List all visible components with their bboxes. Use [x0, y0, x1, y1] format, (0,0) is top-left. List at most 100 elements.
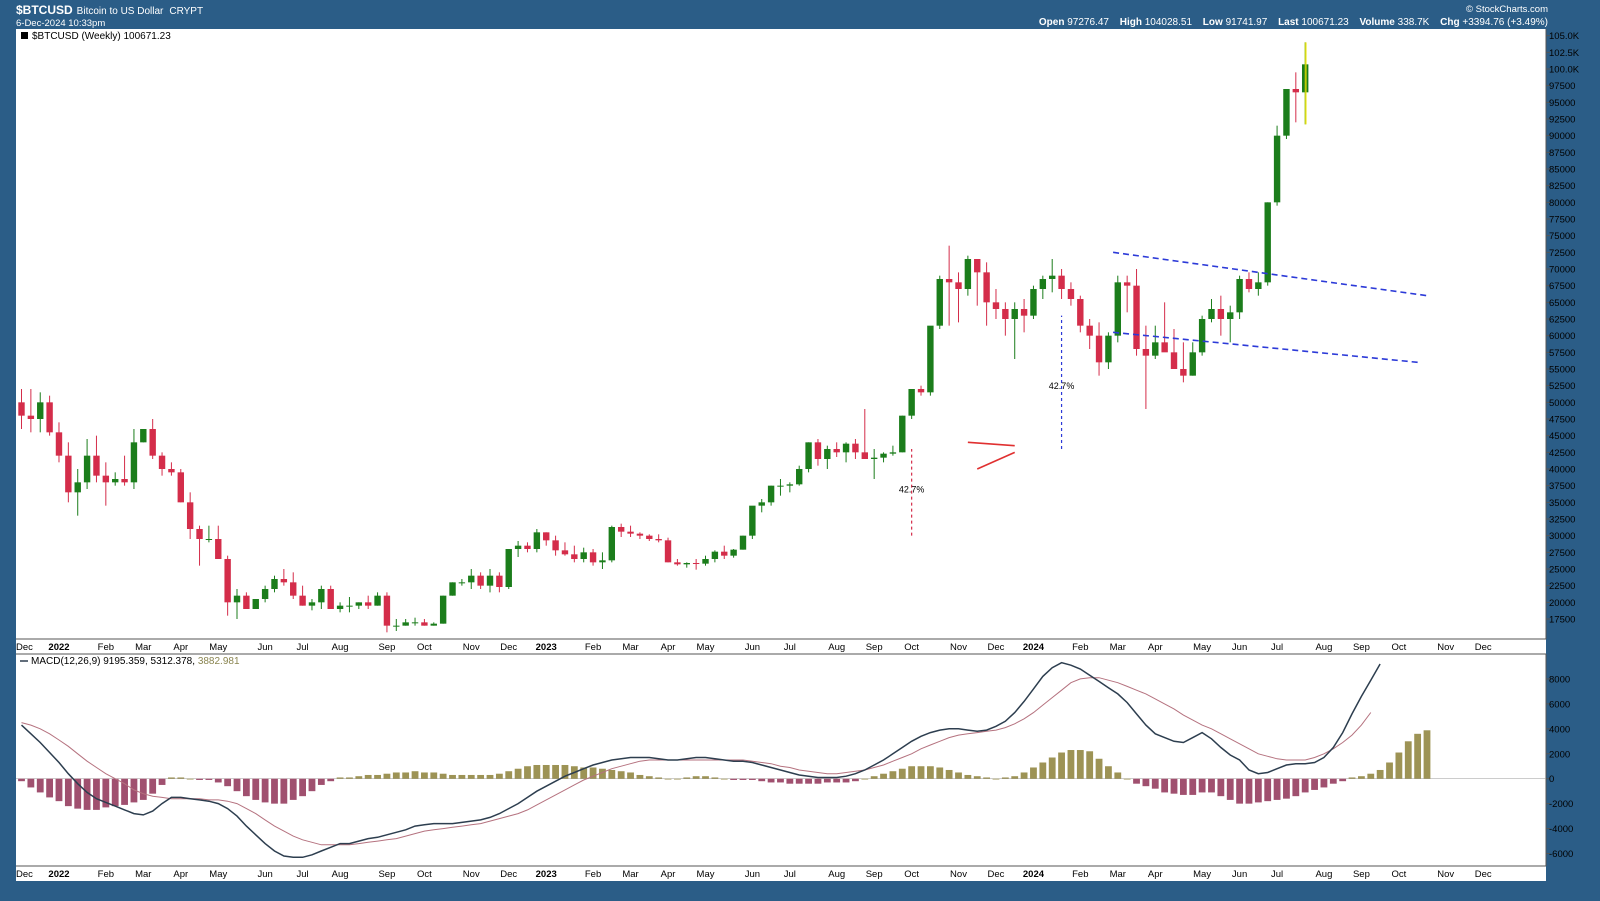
- candle-body: [711, 551, 719, 559]
- macd-hist-bar: [364, 774, 372, 779]
- price-ytick-label: 85000: [1549, 165, 1575, 176]
- macd-hist-bar: [1376, 769, 1384, 779]
- price-xtick-label: Mar: [135, 642, 151, 653]
- candle-body: [1245, 279, 1253, 289]
- candle-body: [112, 479, 119, 483]
- macd-hist-bar: [355, 776, 363, 779]
- candle-body: [65, 455, 72, 493]
- macd-hist-bar: [786, 778, 794, 784]
- macd-hist-bar: [880, 773, 887, 779]
- macd-xtick-label: May: [697, 869, 715, 880]
- candle-body: [1227, 312, 1234, 319]
- macd-xtick-label: Feb: [585, 869, 601, 880]
- macd-hist-bar: [1076, 750, 1084, 779]
- macd-ytick-label: 4000: [1549, 724, 1570, 735]
- macd-hist-bar: [908, 766, 916, 779]
- macd-hist-bar: [514, 768, 522, 779]
- candle-body: [721, 551, 728, 556]
- candle-body: [421, 622, 428, 626]
- macd-hist-bar: [1020, 772, 1028, 779]
- candle-body: [552, 540, 559, 551]
- macd-hist-bar: [299, 778, 306, 797]
- macd-hist-bar: [308, 778, 316, 792]
- macd-hist-bar: [889, 771, 897, 779]
- macd-hist-bar: [524, 766, 531, 779]
- candle-body: [814, 442, 822, 459]
- candle-body: [992, 302, 1000, 309]
- price-ytick-label: 35000: [1549, 498, 1575, 509]
- macd-hist-bar: [683, 777, 691, 779]
- candle-body: [1002, 309, 1009, 319]
- price-panel[interactable]: [16, 29, 1546, 639]
- candle-body: [1058, 275, 1065, 289]
- macd-hist-bar: [945, 769, 953, 779]
- macd-hist-bar: [55, 778, 63, 802]
- candle-body: [439, 595, 447, 624]
- macd-hist-bar: [1151, 778, 1159, 789]
- price-ytick-label: 60000: [1549, 331, 1575, 342]
- macd-hist-bar: [261, 778, 269, 803]
- macd-hist-bar: [1348, 777, 1356, 779]
- macd-hist-bar: [1226, 778, 1234, 800]
- macd-ytick-label: 2000: [1549, 749, 1570, 760]
- macd-hist-bar: [327, 778, 335, 782]
- macd-hist-bar: [1198, 778, 1206, 793]
- candle-body: [777, 485, 784, 487]
- macd-ytick-label: 8000: [1549, 674, 1570, 685]
- candle-body: [1208, 309, 1215, 319]
- macd-hist-bar: [402, 772, 410, 779]
- macd-hist-bar: [1114, 772, 1122, 779]
- candle-body: [692, 563, 700, 564]
- macd-xtick-label: Dec: [500, 869, 517, 880]
- candle-body: [758, 502, 765, 506]
- macd-hist-bar: [533, 764, 541, 779]
- macd-hist-bar: [495, 773, 503, 779]
- macd-hist-bar: [383, 773, 391, 779]
- price-ytick-label: 75000: [1549, 231, 1575, 242]
- macd-hist-bar: [449, 774, 456, 779]
- macd-hist-bar: [1179, 778, 1187, 795]
- macd-xtick-label: Sep: [866, 869, 883, 880]
- price-xtick-label: May: [1193, 642, 1211, 653]
- macd-xtick-label: Apr: [661, 869, 676, 880]
- price-xtick-label: Jul: [297, 642, 309, 653]
- candle-body: [93, 455, 100, 476]
- price-ytick-label: 40000: [1549, 465, 1575, 476]
- price-xtick-label: Dec: [500, 642, 517, 653]
- macd-hist-bar: [758, 778, 766, 782]
- macd-legend-macd: 9195.359,: [103, 656, 148, 667]
- macd-hist-bar: [505, 771, 513, 779]
- macd-hist-bar: [439, 773, 447, 779]
- macd-hist-bar: [1095, 758, 1103, 779]
- macd-xtick-label: Jul: [784, 869, 796, 880]
- candle-body: [908, 389, 915, 416]
- candle-body: [561, 550, 569, 555]
- macd-panel[interactable]: [16, 654, 1546, 866]
- price-xtick-label: Feb: [98, 642, 114, 653]
- macd-xtick-label: 2022: [48, 869, 69, 880]
- price-and-macd-chart[interactable]: 1750020000225002500027500300003250035000…: [0, 0, 1600, 901]
- macd-xtick-label: Oct: [904, 869, 919, 880]
- macd-hist-bar: [177, 777, 185, 779]
- macd-xtick-label: Aug: [828, 869, 845, 880]
- candle-body: [37, 402, 44, 419]
- candle-body: [121, 479, 128, 483]
- candle-body: [636, 533, 644, 536]
- candle-body: [870, 457, 878, 459]
- macd-hist-bar: [477, 774, 485, 779]
- price-xtick-label: Sep: [378, 642, 395, 653]
- candle-body: [1114, 282, 1121, 336]
- candle-body: [346, 605, 353, 607]
- price-xtick-label: Apr: [1148, 642, 1163, 653]
- candle-body: [974, 259, 981, 273]
- price-xtick-label: Oct: [904, 642, 919, 653]
- macd-xtick-label: Mar: [622, 869, 638, 880]
- macd-xtick-label: Nov: [463, 869, 480, 880]
- price-ytick-label: 62500: [1549, 315, 1575, 326]
- macd-hist-bar: [702, 776, 709, 779]
- macd-xtick-label: Jul: [1271, 869, 1283, 880]
- macd-hist-bar: [552, 764, 559, 779]
- candle-body: [402, 622, 409, 626]
- macd-xtick-label: Aug: [1315, 869, 1332, 880]
- candle-body: [1283, 89, 1290, 136]
